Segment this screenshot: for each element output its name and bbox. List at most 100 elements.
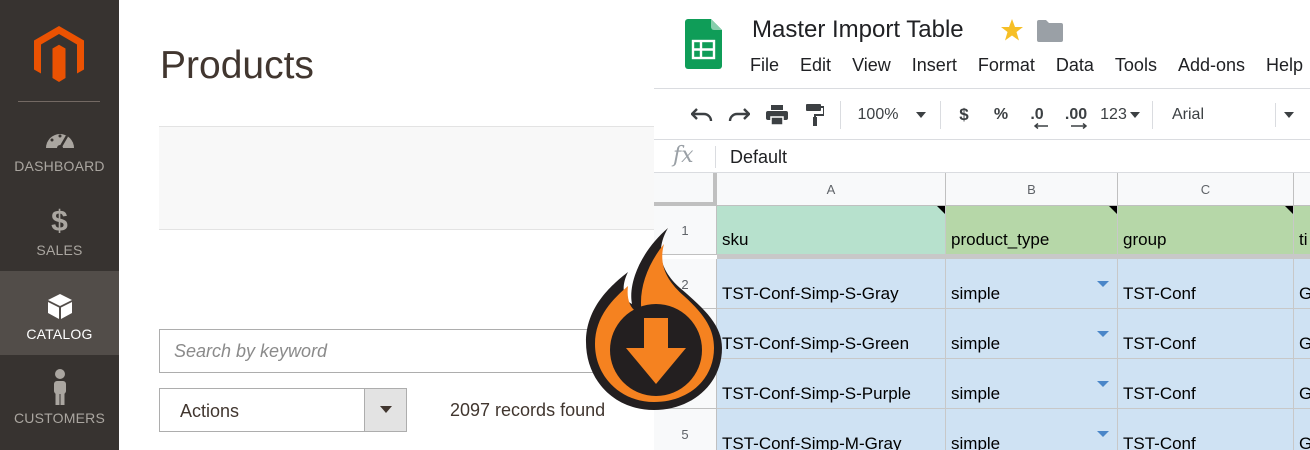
font-select[interactable]: Arial: [1160, 101, 1300, 129]
menu-bar: File Edit View Insert Format Data Tools …: [750, 55, 1310, 76]
cell-d4[interactable]: G: [1294, 359, 1310, 409]
cell-text: simple: [951, 434, 1001, 450]
sheets-logo-icon[interactable]: [685, 19, 722, 69]
note-indicator-icon: [937, 206, 945, 214]
dropdown-arrow-icon[interactable]: [1097, 380, 1109, 387]
undo-icon[interactable]: [688, 101, 716, 129]
note-indicator-icon: [1285, 206, 1293, 214]
star-icon[interactable]: [1000, 18, 1024, 42]
cell-c2[interactable]: TST-Conf: [1118, 259, 1294, 309]
document-title[interactable]: Master Import Table: [752, 16, 964, 44]
cell-text: simple: [951, 284, 1001, 303]
sidebar-item-catalog[interactable]: CATALOG: [0, 271, 119, 355]
zoom-value: 100%: [857, 106, 899, 123]
menu-file[interactable]: File: [750, 55, 779, 76]
formula-input[interactable]: [730, 146, 1290, 168]
fx-icon: fx: [673, 143, 694, 168]
cell-a5[interactable]: TST-Conf-Simp-M-Gray: [717, 409, 946, 450]
cell-c4[interactable]: TST-Conf: [1118, 359, 1294, 409]
cell-text: TST-Conf: [1123, 384, 1196, 403]
menu-format[interactable]: Format: [978, 55, 1035, 76]
google-sheets-window: Master Import Table File Edit View Inser…: [654, 0, 1310, 450]
cell-a1[interactable]: sku: [717, 206, 946, 255]
search-input[interactable]: [159, 329, 629, 373]
redo-icon[interactable]: [725, 101, 753, 129]
paint-format-icon[interactable]: [801, 101, 829, 129]
menu-help[interactable]: Help: [1266, 55, 1303, 76]
cell-c5[interactable]: TST-Conf: [1118, 409, 1294, 450]
increase-decimal-label: .00: [1064, 106, 1088, 123]
person-icon: [0, 367, 119, 407]
page-title: Products: [160, 44, 314, 87]
cell-b4[interactable]: simple: [946, 359, 1118, 409]
menu-tools[interactable]: Tools: [1115, 55, 1157, 76]
menu-insert[interactable]: Insert: [912, 55, 957, 76]
column-header-b[interactable]: B: [946, 173, 1118, 206]
sidebar-divider: [18, 101, 100, 102]
formula-bar: fx: [654, 140, 1310, 173]
cell-text: TST-Conf-Simp-S-Purple: [722, 384, 911, 403]
cell-text: TST-Conf: [1123, 334, 1196, 353]
cell-a2[interactable]: TST-Conf-Simp-S-Gray: [717, 259, 946, 309]
cell-text: sku: [722, 230, 749, 249]
sidebar-item-customers[interactable]: CUSTOMERS: [0, 355, 119, 439]
dollar-icon: $: [51, 205, 68, 238]
magento-sidebar: DASHBOARD $ SALES CATALOG CUSTOMERS: [0, 0, 119, 450]
cell-a4[interactable]: TST-Conf-Simp-S-Purple: [717, 359, 946, 409]
toolbar-separator: [840, 101, 841, 129]
page-actions-panel: [159, 126, 654, 230]
cell-text: ti: [1299, 230, 1308, 249]
cell-d1[interactable]: ti: [1294, 206, 1310, 255]
sidebar-item-dashboard[interactable]: DASHBOARD: [0, 103, 119, 187]
cell-b3[interactable]: simple: [946, 309, 1118, 359]
decrease-decimal-label: .0: [1030, 106, 1044, 123]
more-formats-button[interactable]: 123: [1098, 101, 1142, 129]
cell-c1[interactable]: group: [1118, 206, 1294, 255]
toolbar-separator: [940, 101, 941, 129]
cell-b5[interactable]: simple: [946, 409, 1118, 450]
magento-main: Products Actions 2097 records found: [119, 0, 654, 450]
print-icon[interactable]: [763, 101, 791, 129]
chevron-down-icon: [916, 112, 927, 118]
cell-text: G: [1299, 434, 1310, 450]
cell-b1[interactable]: product_type: [946, 206, 1118, 255]
cell-text: TST-Conf-Simp-M-Gray: [722, 434, 902, 450]
menu-data[interactable]: Data: [1056, 55, 1094, 76]
cell-text: simple: [951, 384, 1001, 403]
select-all-corner[interactable]: [654, 173, 717, 206]
cell-b2[interactable]: simple: [946, 259, 1118, 309]
zoom-select[interactable]: 100%: [852, 101, 932, 129]
currency-format-button[interactable]: $: [952, 101, 976, 129]
cell-d2[interactable]: G: [1294, 259, 1310, 309]
magento-logo-icon[interactable]: [34, 26, 84, 82]
row-header-5[interactable]: 5: [654, 409, 717, 450]
dashboard-icon: [0, 121, 119, 155]
actions-dropdown[interactable]: Actions: [159, 388, 407, 432]
cell-d5[interactable]: G: [1294, 409, 1310, 450]
column-header-c[interactable]: C: [1118, 173, 1294, 206]
dropdown-arrow-icon[interactable]: [1097, 280, 1109, 287]
menu-edit[interactable]: Edit: [800, 55, 831, 76]
chevron-down-icon: [1284, 112, 1294, 118]
menu-view[interactable]: View: [852, 55, 891, 76]
increase-decimal-button[interactable]: .00: [1059, 101, 1093, 129]
chevron-down-icon[interactable]: [364, 389, 406, 431]
cell-a3[interactable]: TST-Conf-Simp-S-Green: [717, 309, 946, 359]
folder-icon[interactable]: [1037, 20, 1063, 42]
dropdown-arrow-icon[interactable]: [1097, 330, 1109, 337]
spreadsheet-grid: A B C 1 sku product_type group ti 2 TST-…: [654, 173, 1310, 450]
toolbar-separator: [1152, 101, 1153, 129]
dropdown-arrow-icon[interactable]: [1097, 430, 1109, 437]
decrease-decimal-button[interactable]: .0: [1022, 101, 1052, 129]
cell-c3[interactable]: TST-Conf: [1118, 309, 1294, 359]
flame-download-logo-icon: [586, 228, 722, 410]
menu-addons[interactable]: Add-ons: [1178, 55, 1245, 76]
cell-text: TST-Conf-Simp-S-Gray: [722, 284, 899, 303]
toolbar-separator: [1275, 103, 1276, 127]
column-header-a[interactable]: A: [717, 173, 946, 206]
percent-format-button[interactable]: %: [989, 101, 1013, 129]
column-header-d[interactable]: [1294, 173, 1310, 206]
sidebar-item-sales[interactable]: $ SALES: [0, 187, 119, 271]
cell-d3[interactable]: G: [1294, 309, 1310, 359]
actions-label: Actions: [180, 401, 240, 421]
